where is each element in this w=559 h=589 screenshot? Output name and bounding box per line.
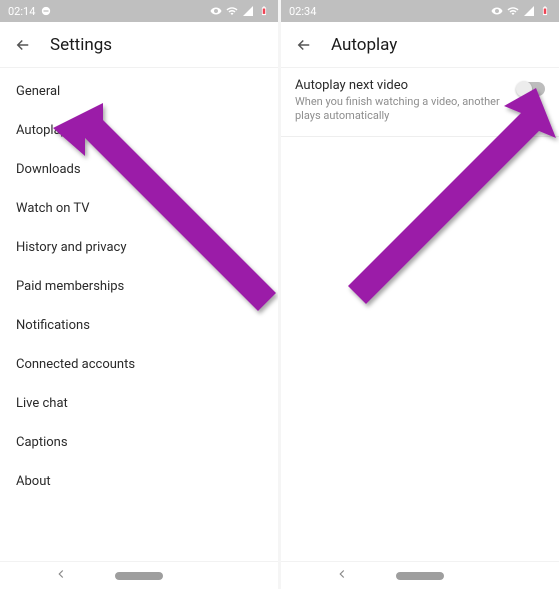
settings-item-live-chat[interactable]: Live chat: [0, 384, 278, 423]
battery-icon: [258, 5, 270, 17]
topbar: Autoplay: [281, 22, 559, 68]
settings-item-label: Captions: [16, 435, 68, 450]
settings-item-label: Connected accounts: [16, 357, 135, 372]
settings-item-paid-memberships[interactable]: Paid memberships: [0, 267, 278, 306]
back-button[interactable]: [14, 36, 32, 54]
settings-item-label: Downloads: [16, 162, 81, 177]
settings-item-history-privacy[interactable]: History and privacy: [0, 228, 278, 267]
autoplay-toggle[interactable]: [517, 82, 545, 96]
phone-left: 02:14 Settings General: [0, 0, 278, 589]
eye-icon: [210, 5, 222, 17]
eye-icon: [491, 5, 503, 17]
nav-home-pill[interactable]: [115, 572, 163, 580]
battery-icon: [539, 5, 551, 17]
nav-bar: [0, 561, 278, 589]
wifi-icon: [507, 5, 519, 17]
settings-item-label: Autoplay: [16, 123, 67, 138]
nav-bar: [281, 561, 559, 589]
topbar: Settings: [0, 22, 278, 68]
page-title: Settings: [50, 35, 112, 55]
settings-item-downloads[interactable]: Downloads: [0, 150, 278, 189]
status-bar: 02:14: [0, 0, 278, 22]
nav-back-button[interactable]: [335, 566, 349, 585]
wifi-icon: [226, 5, 238, 17]
autoplay-next-video-row[interactable]: Autoplay next video When you finish watc…: [281, 68, 559, 137]
nav-home-pill[interactable]: [396, 572, 444, 580]
nav-back-button[interactable]: [54, 566, 68, 585]
settings-item-captions[interactable]: Captions: [0, 423, 278, 462]
setting-title: Autoplay next video: [295, 78, 509, 93]
page-title: Autoplay: [331, 35, 397, 55]
phone-right: 02:34 Autoplay Autoplay next video: [281, 0, 559, 589]
settings-item-about[interactable]: About: [0, 462, 278, 501]
dnd-icon: [40, 5, 52, 17]
settings-item-label: Live chat: [16, 396, 68, 411]
settings-item-label: Watch on TV: [16, 201, 90, 216]
settings-item-label: Notifications: [16, 318, 90, 333]
settings-item-notifications[interactable]: Notifications: [0, 306, 278, 345]
settings-item-label: Paid memberships: [16, 279, 124, 294]
setting-text: Autoplay next video When you finish watc…: [295, 78, 517, 124]
settings-item-label: General: [16, 84, 60, 99]
settings-item-watch-on-tv[interactable]: Watch on TV: [0, 189, 278, 228]
signal-icon: [523, 5, 535, 17]
settings-list-container: General Autoplay Downloads Watch on TV H…: [0, 68, 278, 561]
clock: 02:14: [8, 5, 35, 18]
signal-icon: [242, 5, 254, 17]
toggle-knob: [516, 81, 532, 97]
autoplay-content: Autoplay next video When you finish watc…: [281, 68, 559, 561]
clock: 02:34: [289, 5, 316, 18]
setting-desc: When you finish watching a video, anothe…: [295, 95, 509, 124]
settings-item-label: About: [16, 474, 51, 489]
status-bar: 02:34: [281, 0, 559, 22]
back-button[interactable]: [295, 36, 313, 54]
settings-item-autoplay[interactable]: Autoplay: [0, 111, 278, 150]
settings-item-connected-accounts[interactable]: Connected accounts: [0, 345, 278, 384]
settings-item-label: History and privacy: [16, 240, 126, 255]
settings-item-general[interactable]: General: [0, 72, 278, 111]
